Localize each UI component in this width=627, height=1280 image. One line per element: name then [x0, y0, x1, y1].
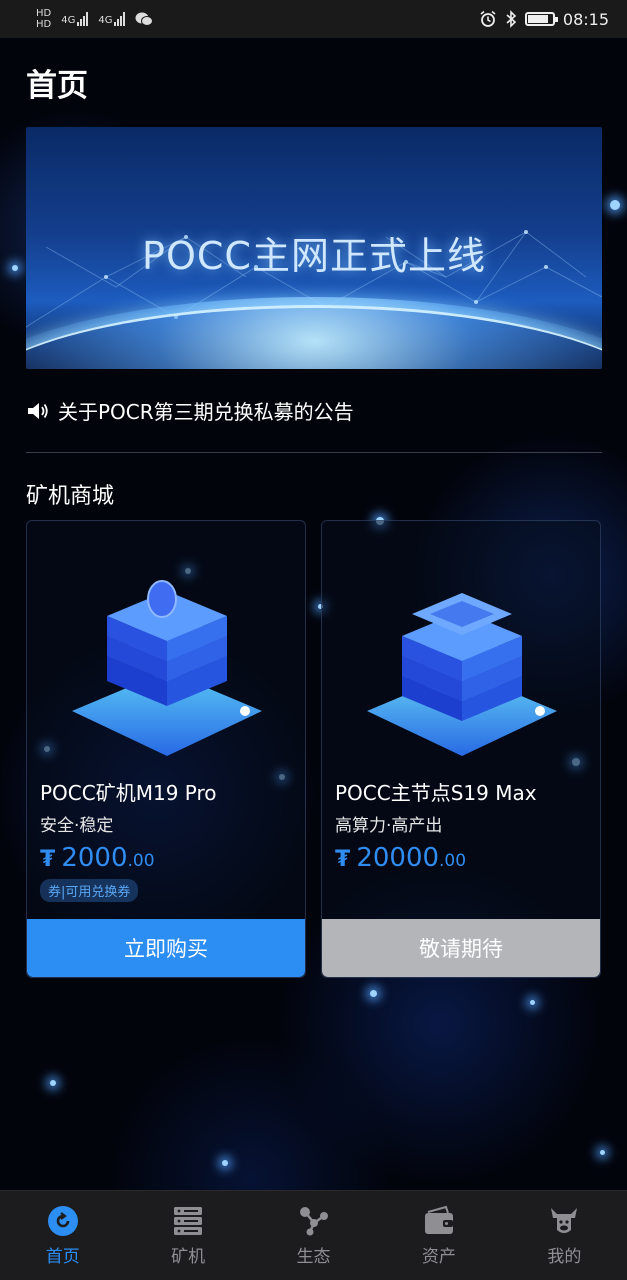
nav-label: 我的	[547, 1247, 582, 1267]
network-type-label: 4G	[98, 15, 113, 26]
nav-label: 资产	[421, 1247, 456, 1267]
nav-item-ecosystem[interactable]: 生态	[251, 1191, 376, 1280]
announcement-bar[interactable]: 关于POCR第三期兑换私募的公告	[26, 396, 354, 425]
bottom-nav: 首页 矿机 生态 资产 我的	[0, 1190, 627, 1280]
section-title: 矿机商城	[26, 484, 115, 509]
status-left: HD HD 4G 4G	[36, 8, 154, 30]
nav-item-home[interactable]: 首页	[0, 1191, 125, 1280]
master-node-image	[367, 593, 557, 756]
price-integer: 2000	[61, 843, 128, 873]
battery-icon	[524, 12, 558, 26]
nav-label: 首页	[45, 1247, 80, 1267]
status-time: 08:15	[562, 9, 609, 29]
nav-item-miner[interactable]: 矿机	[125, 1191, 250, 1280]
server-icon	[174, 1207, 203, 1235]
banner-title: POCC主网正式上线	[142, 234, 486, 278]
product-name: POCC矿机M19 Pro	[40, 781, 217, 805]
usdt-icon: ₮	[335, 847, 351, 872]
hd-label: HD	[36, 8, 52, 19]
product-tagline: 安全·稳定	[40, 816, 114, 836]
page-title: 首页	[26, 68, 88, 104]
star-decoration	[370, 990, 377, 997]
price-integer: 20000	[356, 843, 440, 873]
wallet-icon	[424, 1205, 453, 1234]
nav-label: 矿机	[171, 1247, 206, 1267]
network-type-label: 4G	[61, 15, 76, 26]
price-decimal: .00	[439, 851, 467, 871]
buy-now-button[interactable]: 立即购买	[27, 919, 305, 977]
ecosystem-icon	[299, 1207, 328, 1236]
nav-item-profile[interactable]: 我的	[502, 1191, 627, 1280]
divider	[26, 452, 602, 453]
status-right: 08:15	[479, 10, 609, 29]
product-card[interactable]: POCC主节点S19 Max 高算力·高产出 ₮ 20000 .00 敬请期待	[321, 520, 601, 978]
star-decoration	[530, 1000, 535, 1005]
nav-label: 生态	[296, 1247, 331, 1267]
hd-label: HD	[36, 19, 52, 30]
wechat-icon	[135, 12, 154, 26]
product-price: ₮ 20000 .00	[335, 843, 466, 873]
bluetooth-icon	[506, 10, 517, 28]
status-bar: HD HD 4G 4G 08:15	[0, 0, 627, 38]
battery-fill	[527, 15, 548, 23]
star-decoration	[50, 1080, 56, 1086]
star-decoration	[600, 1150, 605, 1155]
usdt-icon: ₮	[40, 847, 56, 872]
coupon-badge: 券|可用兑换券	[40, 879, 139, 902]
product-name: POCC主节点S19 Max	[335, 781, 537, 805]
star-decoration	[222, 1160, 228, 1166]
price-decimal: .00	[127, 851, 155, 871]
product-price: ₮ 2000 .00	[40, 843, 155, 873]
announcement-text[interactable]: 关于POCR第三期兑换私募的公告	[58, 396, 354, 425]
banner-carousel[interactable]: POCC主网正式上线	[26, 127, 602, 369]
star-decoration	[12, 265, 18, 271]
star-decoration	[610, 200, 620, 210]
nav-item-assets[interactable]: 资产	[376, 1191, 501, 1280]
product-card[interactable]: POCC矿机M19 Pro 安全·稳定 ₮ 2000 .00 券|可用兑换券 立…	[26, 520, 306, 978]
signal-strength-icon: 4G	[98, 12, 126, 26]
product-tagline: 高算力·高产出	[335, 816, 443, 836]
mining-machine-image	[72, 580, 262, 756]
hd-indicator: HD HD	[36, 8, 51, 30]
speaker-icon	[28, 402, 48, 419]
coming-soon-button[interactable]: 敬请期待	[322, 919, 600, 977]
signal-strength-icon: 4G	[61, 12, 89, 26]
home-icon	[47, 1206, 78, 1236]
alarm-icon	[480, 10, 496, 27]
profile-icon	[551, 1208, 578, 1233]
